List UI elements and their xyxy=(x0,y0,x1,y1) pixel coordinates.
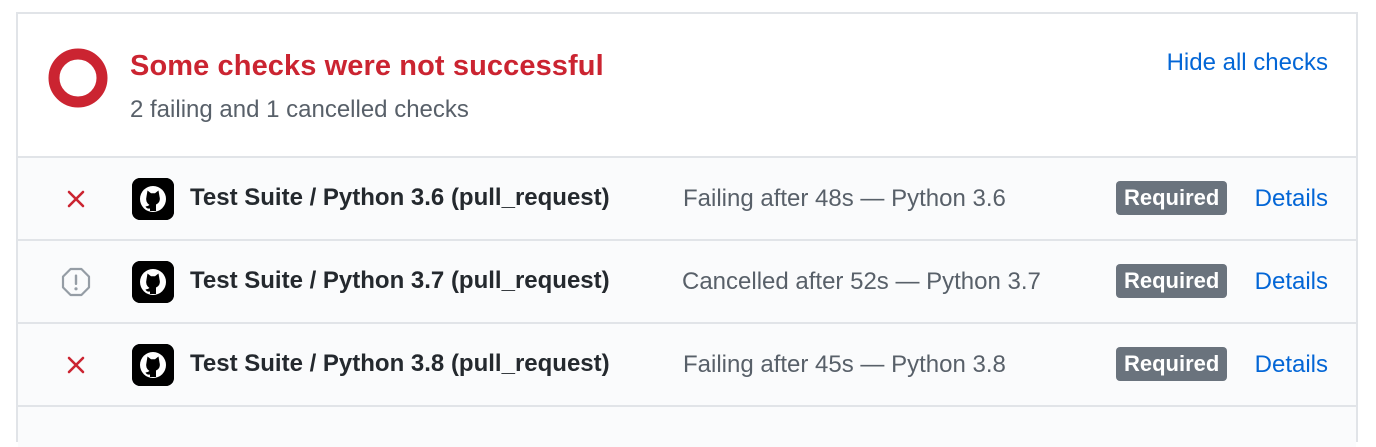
stop-icon xyxy=(61,267,91,297)
summary-subtitle: 2 failing and 1 cancelled checks xyxy=(130,96,469,123)
check-row xyxy=(18,407,1356,447)
check-description: Cancelled after 52s — Python 3.7 xyxy=(682,268,1041,295)
x-icon xyxy=(67,356,85,374)
status-ring-icon xyxy=(48,48,108,108)
x-icon xyxy=(67,190,85,208)
details-link[interactable]: Details xyxy=(1255,268,1328,296)
required-badge: Required xyxy=(1116,264,1228,298)
required-badge: Required xyxy=(1116,347,1228,381)
check-row: Test Suite / Python 3.6 (pull_request) F… xyxy=(18,158,1356,241)
required-badge: Required xyxy=(1116,181,1228,215)
check-row: Test Suite / Python 3.8 (pull_request) F… xyxy=(18,324,1356,407)
check-name: Test Suite / Python 3.7 (pull_request) xyxy=(190,267,610,294)
check-name: Test Suite / Python 3.6 (pull_request) xyxy=(190,184,610,211)
checks-summary: Some checks were not successful 2 failin… xyxy=(18,14,1356,158)
check-row: Test Suite / Python 3.7 (pull_request) C… xyxy=(18,241,1356,324)
details-link[interactable]: Details xyxy=(1255,351,1328,379)
check-description: Failing after 48s — Python 3.6 xyxy=(683,185,1006,212)
github-icon xyxy=(132,261,174,303)
hide-all-checks-link[interactable]: Hide all checks xyxy=(1167,49,1328,77)
merge-checks-panel: Some checks were not successful 2 failin… xyxy=(16,12,1358,447)
details-link[interactable]: Details xyxy=(1255,185,1328,213)
summary-title: Some checks were not successful xyxy=(130,50,604,82)
check-name: Test Suite / Python 3.8 (pull_request) xyxy=(190,350,610,377)
github-icon xyxy=(132,178,174,220)
github-icon xyxy=(132,344,174,386)
check-description: Failing after 45s — Python 3.8 xyxy=(683,351,1006,378)
